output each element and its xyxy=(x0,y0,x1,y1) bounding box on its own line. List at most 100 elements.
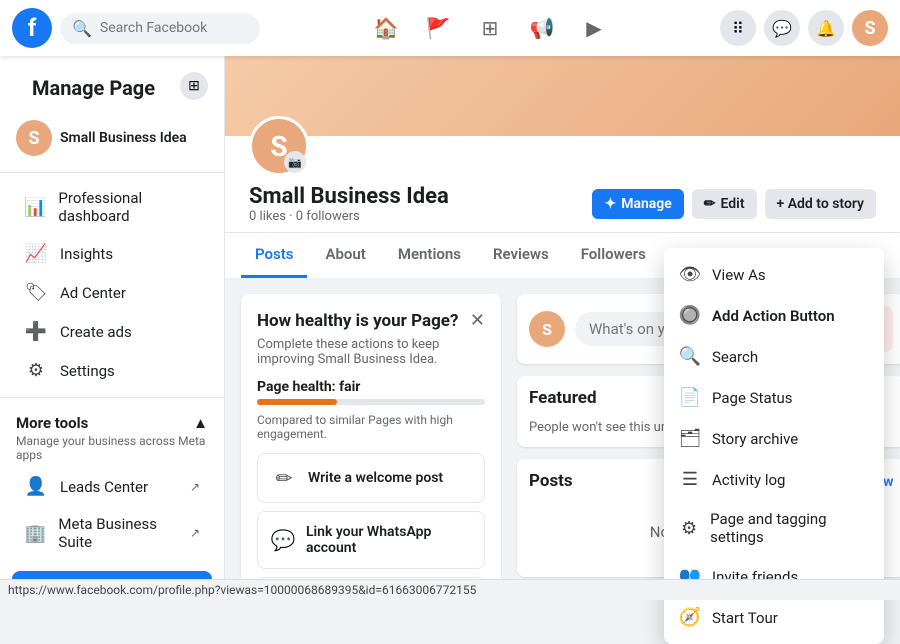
whatsapp-icon: 💬 xyxy=(270,528,296,552)
start-tour-icon: 🧭 xyxy=(678,607,702,628)
manage-icon: ✦ xyxy=(604,196,616,212)
tab-mentions[interactable]: Mentions xyxy=(384,233,475,278)
messenger-icon-btn[interactable]: 💬 xyxy=(764,10,800,46)
activity-log-icon: ☰ xyxy=(678,469,702,490)
health-card-header: How healthy is your Page? ✕ xyxy=(257,310,485,331)
play-icon-btn[interactable]: ▶ xyxy=(570,4,618,52)
sidebar-title: Manage Page xyxy=(16,68,171,104)
search-dropdown-label: Search xyxy=(712,348,758,366)
whatsapp-label: Link your WhatsApp account xyxy=(306,524,472,556)
search-box[interactable]: 🔍 xyxy=(60,13,260,44)
health-card: How healthy is your Page? ✕ Complete the… xyxy=(241,294,501,600)
dropdown-item-add-action[interactable]: 🔘 Add Action Button xyxy=(664,295,884,336)
top-navigation: f 🔍 🏠 🚩 ⊞ 📢 ▶ ⠿ 💬 🔔 S xyxy=(0,0,900,56)
story-archive-icon: 🗂 xyxy=(678,428,702,449)
sidebar-label-ad-center: Ad Center xyxy=(60,284,126,302)
health-desc: Complete these actions to keep improving… xyxy=(257,337,485,367)
user-avatar[interactable]: S xyxy=(852,10,888,46)
sidebar-item-ad-center[interactable]: 🏷 Ad Center xyxy=(8,274,216,311)
apps-icon-btn[interactable]: ⠿ xyxy=(720,10,756,46)
search-dropdown-icon: 🔍 xyxy=(678,346,702,367)
edit-button[interactable]: ✏ Edit xyxy=(692,189,757,219)
divider-2 xyxy=(0,397,224,398)
dropdown-item-view-as[interactable]: 👁 View As xyxy=(664,254,884,295)
search-input[interactable] xyxy=(100,20,248,36)
page-title-area: Small Business Idea 0 likes · 0 follower… xyxy=(249,184,449,224)
sidebar-label-insights: Insights xyxy=(60,245,113,263)
health-label: Page health: fair xyxy=(257,379,485,395)
dropdown-item-start-tour[interactable]: 🧭 Start Tour xyxy=(664,597,884,638)
leads-icon: 👤 xyxy=(24,476,48,497)
meta-icon: 🏢 xyxy=(24,523,46,544)
nav-icons: 🏠 🚩 ⊞ 📢 ▶ xyxy=(260,4,720,52)
status-bar: https://www.facebook.com/profile.php?vie… xyxy=(0,579,900,600)
tab-followers[interactable]: Followers xyxy=(567,233,660,278)
page-identity[interactable]: S Small Business Idea xyxy=(0,112,224,164)
sidebar-page-name: Small Business Idea xyxy=(60,130,187,146)
create-ads-icon: ➕ xyxy=(24,321,48,342)
page-title: Small Business Idea xyxy=(249,184,449,209)
divider-1 xyxy=(0,172,224,173)
pencil-icon: ✏ xyxy=(704,196,716,212)
more-tools-header: More tools ▲ xyxy=(0,406,224,434)
manage-button[interactable]: ✦ Manage xyxy=(592,189,683,219)
page-status-label: Page Status xyxy=(712,389,793,407)
activity-log-label: Activity log xyxy=(712,471,785,489)
add-story-button[interactable]: + Add to story xyxy=(765,189,876,219)
page-tagging-icon: ⚙ xyxy=(678,518,700,539)
featured-title: Featured xyxy=(529,388,597,408)
dashboard-icon: 📊 xyxy=(24,197,46,218)
sidebar-item-professional-dashboard[interactable]: 📊 Professional dashboard xyxy=(8,181,216,233)
arrow-icon-leads: ↗ xyxy=(190,480,200,494)
view-as-icon: 👁 xyxy=(678,264,702,285)
sidebar-item-create-ads[interactable]: ➕ Create ads xyxy=(8,313,216,350)
megaphone-icon-btn[interactable]: 📢 xyxy=(518,4,566,52)
mind-avatar: S xyxy=(529,311,565,347)
sidebar-label-professional: Professional dashboard xyxy=(58,189,200,225)
search-icon: 🔍 xyxy=(72,19,92,38)
dropdown-item-page-tagging[interactable]: ⚙ Page and tagging settings xyxy=(664,500,884,556)
sidebar-item-leads-center[interactable]: 👤 Leads Center ↗ xyxy=(8,468,216,505)
action-item-write-post[interactable]: ✏ Write a welcome post xyxy=(257,453,485,503)
sidebar-item-meta-business[interactable]: 🏢 Meta Business Suite ↗ xyxy=(8,507,216,559)
write-post-label: Write a welcome post xyxy=(308,470,443,486)
health-compare: Compared to similar Pages with high enga… xyxy=(257,413,485,441)
dropdown-item-page-status[interactable]: 📄 Page Status xyxy=(664,377,884,418)
settings-icon: ⚙ xyxy=(24,360,48,381)
dropdown-item-search[interactable]: 🔍 Search xyxy=(664,336,884,377)
camera-button[interactable]: 📷 xyxy=(284,151,306,173)
flag-icon-btn[interactable]: 🚩 xyxy=(414,4,462,52)
home-icon-btn[interactable]: 🏠 xyxy=(362,4,410,52)
health-bar-fill xyxy=(257,399,337,405)
status-url: https://www.facebook.com/profile.php?vie… xyxy=(8,583,476,597)
health-card-close[interactable]: ✕ xyxy=(470,310,485,331)
posts-title: Posts xyxy=(529,471,573,491)
page-stats: 0 likes · 0 followers xyxy=(249,209,449,224)
view-as-label: View As xyxy=(712,266,766,284)
action-item-whatsapp[interactable]: 💬 Link your WhatsApp account xyxy=(257,511,485,569)
notifications-icon-btn[interactable]: 🔔 xyxy=(808,10,844,46)
tab-reviews[interactable]: Reviews xyxy=(479,233,563,278)
sidebar-label-create-ads: Create ads xyxy=(60,323,132,341)
page-header: S 📷 Small Business Idea 0 likes · 0 foll… xyxy=(225,56,900,278)
sidebar-manage-icon[interactable]: ⊞ xyxy=(180,72,208,100)
page-avatar-sidebar: S xyxy=(16,120,52,156)
sidebar-header-row: Manage Page ⊞ xyxy=(0,68,224,112)
grid-icon-btn[interactable]: ⊞ xyxy=(466,4,514,52)
page-action-buttons: ✦ Manage ✏ Edit + Add to story xyxy=(592,189,876,219)
more-tools-subtitle: Manage your business across Meta apps xyxy=(0,434,224,466)
start-tour-label: Start Tour xyxy=(712,609,778,627)
facebook-logo: f xyxy=(12,8,52,48)
story-archive-label: Story archive xyxy=(712,430,798,448)
dropdown-item-story-archive[interactable]: 🗂 Story archive xyxy=(664,418,884,459)
health-bar-background xyxy=(257,399,485,405)
page-profile-picture: S 📷 xyxy=(249,116,309,176)
sidebar-item-settings[interactable]: ⚙ Settings xyxy=(8,352,216,389)
page-status-icon: 📄 xyxy=(678,387,702,408)
profile-pic-area: S 📷 xyxy=(225,116,900,176)
sidebar-item-insights[interactable]: 📈 Insights xyxy=(8,235,216,272)
dropdown-item-activity-log[interactable]: ☰ Activity log xyxy=(664,459,884,500)
tab-posts[interactable]: Posts xyxy=(241,233,307,278)
tab-about[interactable]: About xyxy=(311,233,379,278)
health-title: How healthy is your Page? xyxy=(257,311,458,331)
